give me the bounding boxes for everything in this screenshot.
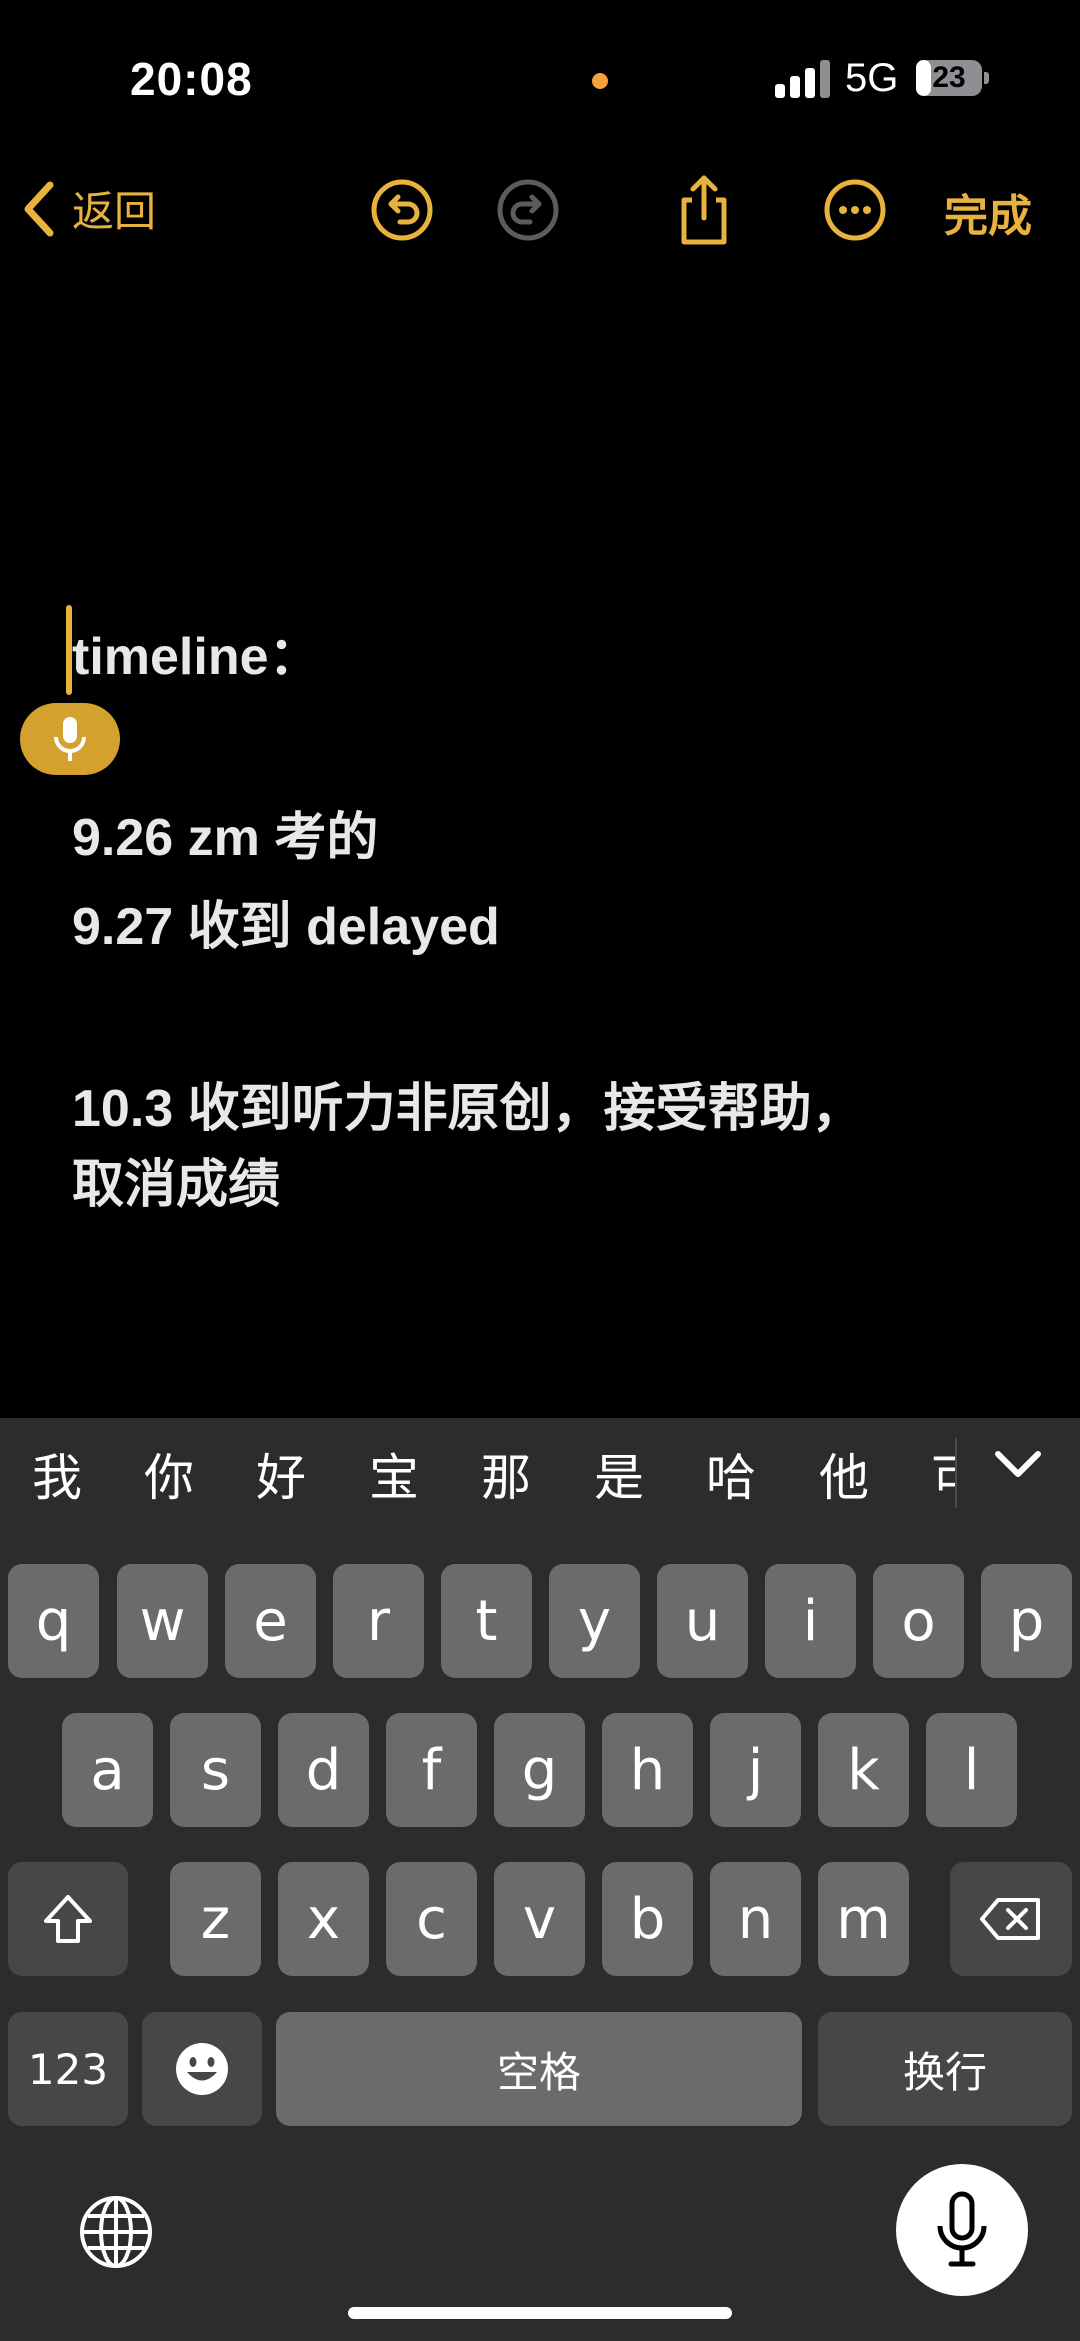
- key-y[interactable]: y: [549, 1564, 640, 1678]
- chevron-down-icon: [995, 1451, 1041, 1477]
- keyboard: 我 你 好 宝 那 是 哈 他 可 q w e r t y u i o p a …: [0, 1418, 1080, 2341]
- recording-indicator-dot: [592, 73, 608, 89]
- key-b[interactable]: b: [602, 1862, 693, 1976]
- key-i[interactable]: i: [765, 1564, 856, 1678]
- back-label: 返回: [72, 188, 157, 235]
- key-t[interactable]: t: [441, 1564, 532, 1678]
- key-k[interactable]: k: [818, 1713, 909, 1827]
- battery-fill: [916, 60, 932, 96]
- key-o[interactable]: o: [873, 1564, 964, 1678]
- note-title[interactable]: timeline：: [72, 614, 321, 689]
- network-type: 5G: [845, 56, 899, 100]
- candidate-word[interactable]: 哈: [706, 1438, 756, 1510]
- globe-icon: [80, 2196, 152, 2268]
- note-line[interactable]: 9.27 收到 delayed: [72, 884, 500, 959]
- backspace-icon: [980, 1898, 1040, 1940]
- home-indicator: [348, 2307, 732, 2319]
- key-p[interactable]: p: [981, 1564, 1072, 1678]
- key-j[interactable]: j: [710, 1713, 801, 1827]
- key-f[interactable]: f: [386, 1713, 477, 1827]
- key-d[interactable]: d: [278, 1713, 369, 1827]
- battery-cap: [984, 72, 989, 84]
- key-c[interactable]: c: [386, 1862, 477, 1976]
- key-e[interactable]: e: [225, 1564, 316, 1678]
- key-w[interactable]: w: [117, 1564, 208, 1678]
- shift-icon: [44, 1895, 92, 1943]
- key-x[interactable]: x: [278, 1862, 369, 1976]
- candidate-word[interactable]: 是: [594, 1438, 644, 1510]
- candidate-divider: [955, 1438, 957, 1508]
- key-h[interactable]: h: [602, 1713, 693, 1827]
- key-a[interactable]: a: [62, 1713, 153, 1827]
- return-key[interactable]: 换行: [818, 2012, 1072, 2126]
- microphone-icon: [937, 2191, 987, 2267]
- battery-icon: 23: [916, 60, 982, 96]
- candidate-word[interactable]: 我: [32, 1438, 82, 1510]
- dictation-bubble[interactable]: [20, 703, 120, 775]
- space-key[interactable]: 空格: [276, 2012, 802, 2126]
- note-line[interactable]: 10.3 收到听力非原创，接受帮助，: [72, 1066, 864, 1141]
- delete-key[interactable]: [950, 1862, 1072, 1976]
- numbers-key[interactable]: 123: [8, 2012, 128, 2126]
- more-options-button[interactable]: [815, 170, 895, 250]
- emoji-icon: [176, 2043, 228, 2095]
- candidate-word[interactable]: 宝: [369, 1438, 419, 1510]
- note-line[interactable]: 9.26 zm 考的: [72, 795, 378, 870]
- expand-candidates-button[interactable]: [990, 1440, 1046, 1495]
- candidate-word[interactable]: 可: [931, 1438, 955, 1510]
- emoji-key[interactable]: [142, 2012, 262, 2126]
- status-time: 20:08: [130, 53, 253, 105]
- candidate-word[interactable]: 那: [481, 1438, 531, 1510]
- key-q[interactable]: q: [8, 1564, 99, 1678]
- key-l[interactable]: l: [926, 1713, 1017, 1827]
- note-line[interactable]: 取消成绩: [72, 1142, 280, 1217]
- candidate-word[interactable]: 他: [819, 1438, 869, 1510]
- shift-key[interactable]: [8, 1862, 128, 1976]
- key-n[interactable]: n: [710, 1862, 801, 1976]
- key-z[interactable]: z: [170, 1862, 261, 1976]
- globe-button[interactable]: [78, 2194, 154, 2275]
- undo-icon: [371, 179, 433, 241]
- battery-percent: 23: [932, 61, 966, 94]
- key-m[interactable]: m: [818, 1862, 909, 1976]
- redo-button[interactable]: [488, 170, 568, 250]
- key-u[interactable]: u: [657, 1564, 748, 1678]
- back-button[interactable]: 返回: [22, 178, 156, 239]
- share-button[interactable]: [664, 170, 744, 250]
- microphone-icon: [54, 717, 86, 761]
- candidate-word[interactable]: 好: [256, 1438, 306, 1510]
- share-icon: [681, 175, 727, 245]
- cellular-signal-icon: [775, 58, 831, 98]
- key-v[interactable]: v: [494, 1862, 585, 1976]
- redo-icon: [497, 179, 559, 241]
- chevron-left-icon: [24, 181, 54, 236]
- candidate-word[interactable]: 你: [144, 1438, 194, 1510]
- ellipsis-circle-icon: [824, 179, 886, 241]
- key-r[interactable]: r: [333, 1564, 424, 1678]
- undo-button[interactable]: [362, 170, 442, 250]
- key-g[interactable]: g: [494, 1713, 585, 1827]
- done-button[interactable]: 完成: [944, 180, 1032, 244]
- notes-toolbar: 返回 完成: [0, 160, 1080, 260]
- key-s[interactable]: s: [170, 1713, 261, 1827]
- dictation-button[interactable]: [896, 2164, 1028, 2296]
